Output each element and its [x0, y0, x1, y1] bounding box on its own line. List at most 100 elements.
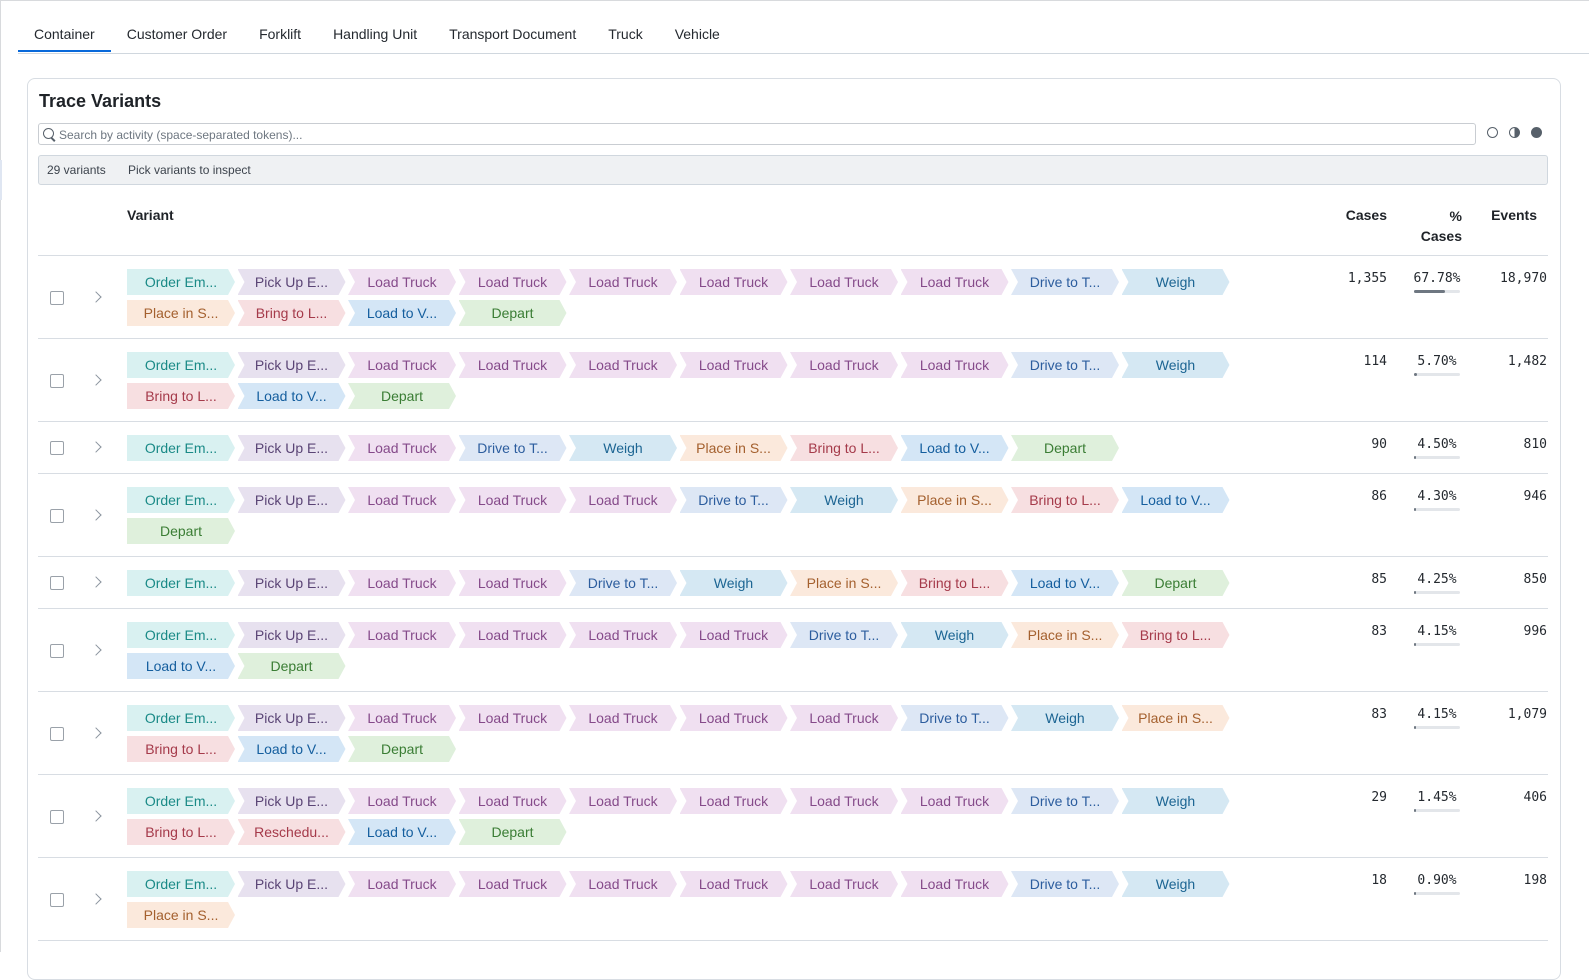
variant-pct-text: 0.90% [1417, 873, 1457, 888]
activity-chip: Pick Up E... [237, 352, 346, 378]
circle-empty-icon[interactable] [1487, 127, 1498, 138]
variant-events: 996 [1523, 624, 1547, 639]
variant-pct-cases: 1.45% [1410, 790, 1464, 812]
variant-pct-text: 5.70% [1417, 354, 1457, 369]
activity-chip: Pick Up E... [237, 622, 346, 648]
tab-customer-order[interactable]: Customer Order [111, 16, 243, 52]
activity-chip: Load Truck [348, 269, 456, 295]
activity-chip: Order Em... [127, 622, 235, 648]
tab-container[interactable]: Container [18, 16, 111, 52]
activity-chip: Weigh [790, 487, 898, 513]
variant-select-checkbox[interactable] [50, 441, 64, 455]
variant-cases: 1,355 [1347, 271, 1387, 286]
tab-handling-unit[interactable]: Handling Unit [317, 16, 433, 52]
tab-transport-document[interactable]: Transport Document [433, 16, 592, 52]
tab-vehicle[interactable]: Vehicle [659, 16, 736, 52]
variant-select-checkbox[interactable] [50, 508, 64, 523]
circle-full-icon[interactable] [1531, 127, 1542, 138]
variant-select-checkbox[interactable] [50, 643, 64, 658]
variant-cases: 114 [1363, 354, 1387, 369]
activity-chip: Load Truck [348, 570, 456, 596]
variant-select-checkbox[interactable] [50, 576, 64, 590]
variant-select-checkbox[interactable] [50, 892, 64, 907]
variant-row[interactable]: Order Em... Pick Up E... Load Truck Load Tr… [38, 339, 1548, 422]
pct-progress-bar [1414, 508, 1460, 511]
chevron-right-icon[interactable] [90, 373, 102, 386]
variant-row[interactable]: Order Em... Pick Up E... Load Truck Load Tr… [38, 474, 1548, 557]
circle-half-icon[interactable] [1509, 127, 1520, 138]
pct-progress-bar [1414, 726, 1460, 729]
pct-progress-fill [1414, 892, 1416, 895]
chevron-right-icon[interactable] [90, 643, 102, 656]
activity-chip: Load Truck [458, 622, 567, 648]
variant-row[interactable]: Order Em... Pick Up E... Load Truck Load Tr… [38, 858, 1548, 941]
activity-chip: Load Truck [790, 705, 898, 731]
activity-chip: Load Truck [679, 705, 788, 731]
variant-row[interactable]: Order Em... Pick Up E... Load Truck Load Tr… [38, 256, 1548, 339]
variant-row[interactable]: Order Em... Pick Up E... Load Truck Load Tr… [38, 557, 1548, 609]
activity-chip: Weigh [1011, 705, 1119, 731]
activity-chip: Load to V... [127, 653, 235, 679]
activity-chip: Load Truck [900, 788, 1009, 814]
variant-select-checkbox[interactable] [50, 290, 64, 305]
activity-chip: Weigh [1121, 352, 1230, 378]
variant-cases: 18 [1371, 873, 1387, 888]
activity-chip: Order Em... [127, 871, 235, 897]
variant-row[interactable]: Order Em... Pick Up E... Load Truck Drive t… [38, 422, 1548, 474]
activity-chip: Depart [1121, 570, 1230, 596]
chevron-right-icon[interactable] [90, 892, 102, 905]
chevron-right-icon[interactable] [90, 441, 102, 453]
variant-pct-cases: 4.50% [1410, 437, 1464, 459]
chevron-right-icon[interactable] [90, 576, 102, 588]
activity-search-input[interactable] [57, 125, 1461, 145]
variant-row[interactable]: Order Em... Pick Up E... Load Truck Load Tr… [38, 775, 1548, 858]
variant-pct-text: 4.25% [1417, 572, 1457, 587]
activity-chip: Pick Up E... [237, 570, 346, 596]
activity-chip: Load Truck [569, 871, 677, 897]
activity-chip: Load Truck [458, 570, 567, 596]
activity-search-box[interactable] [38, 123, 1476, 145]
variant-pct-cases: 0.90% [1410, 873, 1464, 895]
variant-select-checkbox[interactable] [50, 809, 64, 824]
activity-chip: Pick Up E... [237, 269, 346, 295]
activity-chip: Bring to L... [127, 819, 235, 845]
pct-progress-bar [1414, 892, 1460, 895]
variant-select-checkbox[interactable] [50, 726, 64, 741]
activity-chip: Drive to T... [900, 705, 1009, 731]
variant-row[interactable]: Order Em... Pick Up E... Load Truck Load Tr… [38, 609, 1548, 692]
activity-chip: Place in S... [1121, 705, 1230, 731]
activity-chip: Depart [348, 736, 456, 762]
chevron-right-icon[interactable] [90, 726, 102, 739]
activity-chip: Place in S... [127, 300, 235, 326]
activity-chip: Drive to T... [790, 622, 898, 648]
search-icon [43, 128, 54, 139]
panel-title: Trace Variants [39, 91, 162, 111]
activity-chip: Bring to L... [127, 736, 235, 762]
variant-events: 18,970 [1500, 271, 1547, 286]
activity-chip: Load Truck [458, 705, 567, 731]
activity-chip: Load Truck [348, 487, 456, 513]
activity-chip: Place in S... [679, 435, 788, 461]
variant-cases: 29 [1371, 790, 1387, 805]
activity-chip: Order Em... [127, 487, 235, 513]
column-header-pct-label: Cases [1420, 228, 1462, 244]
variant-select-checkbox[interactable] [50, 373, 64, 388]
activity-chip: Weigh [1121, 788, 1230, 814]
inspect-hint: Pick variants to inspect [128, 163, 251, 177]
activity-chip: Load Truck [679, 622, 788, 648]
activity-chip: Load Truck [790, 352, 898, 378]
variant-events: 810 [1523, 437, 1547, 452]
variant-events: 198 [1523, 873, 1547, 888]
tab-truck[interactable]: Truck [592, 16, 658, 52]
chevron-right-icon[interactable] [90, 290, 102, 303]
tab-forklift[interactable]: Forklift [243, 16, 317, 52]
variant-cases: 85 [1371, 572, 1387, 587]
variant-pct-cases: 4.30% [1410, 489, 1464, 511]
pct-progress-bar [1414, 456, 1460, 459]
activity-chip: Load Truck [458, 788, 567, 814]
top-border [0, 0, 1589, 1]
variant-row[interactable]: Order Em... Pick Up E... Load Truck Load Tr… [38, 692, 1548, 775]
chevron-right-icon[interactable] [90, 508, 102, 521]
chevron-right-icon[interactable] [90, 809, 102, 822]
activity-chip: Bring to L... [1121, 622, 1230, 648]
